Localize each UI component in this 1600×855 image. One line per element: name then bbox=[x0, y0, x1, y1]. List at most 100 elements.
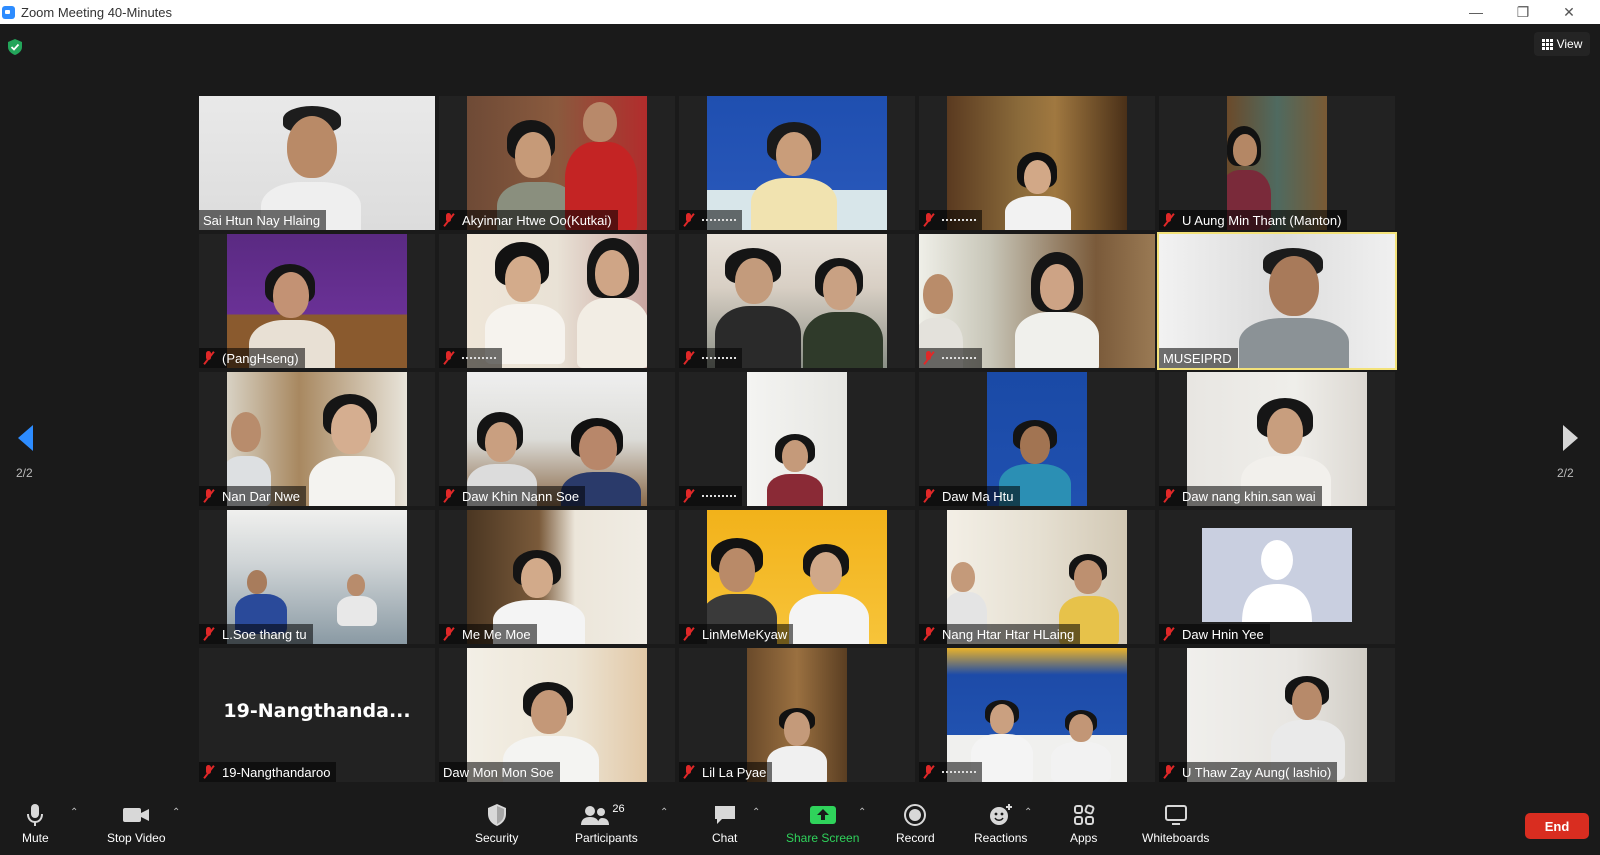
participant-tile-video-off[interactable]: 19-Nangthanda... 19-Nangthandaroo bbox=[199, 648, 435, 782]
encryption-shield-icon[interactable] bbox=[8, 39, 22, 55]
mute-label: Mute bbox=[22, 831, 49, 845]
participant-tile[interactable]: Daw Mon Mon Soe bbox=[439, 648, 675, 782]
participant-name-tag bbox=[679, 210, 742, 230]
participant-name: Nang Htar Htar HLaing bbox=[942, 626, 1075, 642]
security-label: Security bbox=[475, 831, 519, 845]
share-options-caret-icon[interactable]: ⌃ bbox=[858, 807, 866, 818]
participant-tile-active-speaker[interactable]: MUSEIPRD bbox=[1157, 232, 1397, 370]
participant-tile[interactable]: L.Soe thang tu bbox=[199, 510, 435, 644]
participant-name-tag: Daw nang khin.san wai bbox=[1159, 486, 1322, 506]
participant-name: L.Soe thang tu bbox=[222, 626, 307, 642]
maximize-button[interactable]: ❐ bbox=[1500, 0, 1546, 24]
participant-name: 19-Nangthandaroo bbox=[222, 764, 331, 780]
audio-options-caret-icon[interactable]: ⌃ bbox=[70, 807, 78, 818]
reactions-button[interactable]: Reactions bbox=[974, 801, 1027, 845]
participant-tile[interactable] bbox=[679, 372, 915, 506]
muted-mic-icon bbox=[443, 489, 455, 503]
participant-tile[interactable] bbox=[679, 234, 915, 368]
default-avatar bbox=[1202, 528, 1352, 622]
participants-count: 26 bbox=[612, 803, 625, 815]
participant-name: U Thaw Zay Aung( lashio) bbox=[1182, 764, 1332, 780]
arrow-right-icon bbox=[1563, 425, 1578, 451]
arrow-left-icon bbox=[18, 425, 33, 451]
participant-name-tag: (PangHseng) bbox=[199, 348, 305, 368]
participant-tile[interactable]: U Aung Min Thant (Manton) bbox=[1159, 96, 1395, 230]
view-label: View bbox=[1556, 37, 1583, 51]
whiteboards-button[interactable]: Whiteboards bbox=[1142, 801, 1209, 845]
participant-name-tag: LinMeMeKyaw bbox=[679, 624, 794, 644]
share-screen-button[interactable]: Share Screen bbox=[786, 801, 859, 845]
participants-button[interactable]: 26 Participants bbox=[575, 801, 638, 845]
apps-icon bbox=[1073, 804, 1095, 825]
participant-tile[interactable] bbox=[919, 234, 1155, 368]
participant-name: Daw Hnin Yee bbox=[1182, 626, 1264, 642]
participant-tile[interactable]: Nan Dar Nwe bbox=[199, 372, 435, 506]
muted-mic-icon bbox=[443, 351, 455, 365]
participant-tile[interactable] bbox=[439, 234, 675, 368]
end-meeting-button[interactable]: End bbox=[1525, 813, 1589, 839]
participant-tile[interactable]: Sai Htun Nay Hlaing bbox=[199, 96, 435, 230]
participant-name-tag bbox=[679, 486, 742, 506]
participant-tile[interactable]: Me Me Moe bbox=[439, 510, 675, 644]
participant-name-tag bbox=[439, 348, 502, 368]
participant-name-tag: Akyinnar Htwe Oo(Kutkai) bbox=[439, 210, 618, 230]
close-window-button[interactable]: ✕ bbox=[1546, 0, 1592, 24]
zoom-app-icon bbox=[2, 5, 15, 19]
participant-tile[interactable] bbox=[919, 96, 1155, 230]
participant-tile[interactable]: (PangHseng) bbox=[199, 234, 435, 368]
muted-mic-icon bbox=[443, 627, 455, 641]
participant-name: MUSEIPRD bbox=[1163, 350, 1232, 366]
participant-tile[interactable]: Nang Htar Htar HLaing bbox=[919, 510, 1155, 644]
record-button[interactable]: Record bbox=[896, 801, 935, 845]
participant-tile[interactable]: U Thaw Zay Aung( lashio) bbox=[1159, 648, 1395, 782]
participant-name-unreadable bbox=[702, 492, 736, 497]
share-screen-icon bbox=[809, 806, 836, 824]
muted-mic-icon bbox=[1163, 765, 1175, 779]
participant-name-tag: 19-Nangthandaroo bbox=[199, 762, 337, 782]
share-screen-label: Share Screen bbox=[786, 831, 860, 845]
video-options-caret-icon[interactable]: ⌃ bbox=[172, 807, 180, 818]
participant-tile[interactable] bbox=[919, 648, 1155, 782]
next-page-button[interactable] bbox=[1556, 418, 1586, 458]
participants-options-caret-icon[interactable]: ⌃ bbox=[660, 807, 668, 818]
participant-tile[interactable]: Akyinnar Htwe Oo(Kutkai) bbox=[439, 96, 675, 230]
participant-tile-video-off[interactable]: Daw Hnin Yee bbox=[1159, 510, 1395, 644]
muted-mic-icon bbox=[203, 351, 215, 365]
video-feed bbox=[747, 372, 847, 506]
participant-tile[interactable]: Lil La Pyae bbox=[679, 648, 915, 782]
muted-mic-icon bbox=[923, 351, 935, 365]
meeting-header bbox=[0, 24, 1600, 84]
chat-button[interactable]: Chat bbox=[712, 801, 737, 845]
participant-name-tag: Daw Mon Mon Soe bbox=[439, 762, 560, 782]
muted-mic-icon bbox=[923, 213, 935, 227]
stop-video-label: Stop Video bbox=[107, 831, 166, 845]
view-button[interactable]: View bbox=[1534, 32, 1590, 56]
previous-page-button[interactable] bbox=[10, 418, 40, 458]
muted-mic-icon bbox=[923, 627, 935, 641]
security-button[interactable]: Security bbox=[475, 801, 518, 845]
participant-name-unreadable bbox=[942, 768, 976, 773]
mute-button[interactable]: Mute bbox=[22, 801, 49, 845]
participant-name: Sai Htun Nay Hlaing bbox=[203, 212, 321, 228]
reactions-options-caret-icon[interactable]: ⌃ bbox=[1024, 807, 1032, 818]
participant-tile[interactable]: Daw Khin Nann Soe bbox=[439, 372, 675, 506]
participant-tile[interactable]: Daw Ma Htu bbox=[919, 372, 1155, 506]
muted-mic-icon bbox=[683, 489, 695, 503]
whiteboard-icon bbox=[1164, 805, 1187, 825]
muted-mic-icon bbox=[923, 765, 935, 779]
participant-tile[interactable]: LinMeMeKyaw bbox=[679, 510, 915, 644]
participant-name: Daw Khin Nann Soe bbox=[462, 488, 580, 504]
chat-bubble-icon bbox=[714, 806, 735, 824]
grid-view-icon bbox=[1541, 38, 1553, 50]
participant-tile[interactable] bbox=[679, 96, 915, 230]
chat-label: Chat bbox=[712, 831, 738, 845]
participant-name-tag bbox=[679, 348, 742, 368]
apps-button[interactable]: Apps bbox=[1070, 801, 1097, 845]
chat-options-caret-icon[interactable]: ⌃ bbox=[752, 807, 760, 818]
stop-video-button[interactable]: Stop Video bbox=[107, 801, 166, 845]
participant-name-tag: Nan Dar Nwe bbox=[199, 486, 307, 506]
participant-tile[interactable]: Daw nang khin.san wai bbox=[1159, 372, 1395, 506]
minimize-button[interactable]: — bbox=[1453, 0, 1499, 24]
participant-name: LinMeMeKyaw bbox=[702, 626, 788, 642]
participant-name: Akyinnar Htwe Oo(Kutkai) bbox=[462, 212, 612, 228]
